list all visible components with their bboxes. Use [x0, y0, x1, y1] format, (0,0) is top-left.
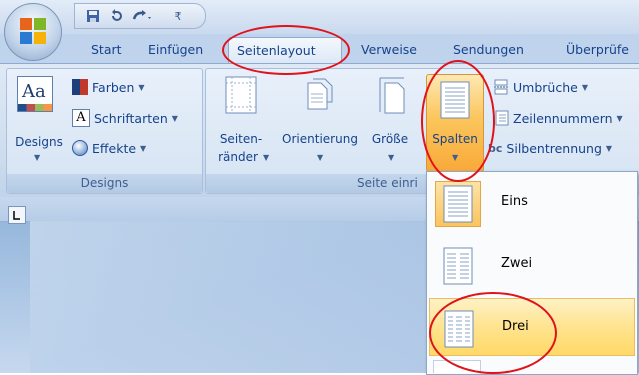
margins-icon	[225, 76, 257, 114]
breaks-button[interactable]: Umbrüche ▼	[493, 79, 588, 95]
fonts-button[interactable]: A Schriftarten ▼	[72, 109, 178, 127]
tab-verweise[interactable]: Verweise	[361, 42, 417, 57]
effects-label: Effekte	[92, 140, 137, 156]
size-label: Größe	[371, 132, 409, 146]
columns-dropdown-menu: Eins Zwei Drei	[426, 171, 638, 375]
tab-start[interactable]: Start	[91, 42, 122, 57]
columns-option-three-label: Drei	[502, 319, 529, 334]
margins-button[interactable]: Seiten- ränder ▼	[213, 74, 269, 172]
columns-button[interactable]: Spalten ▼	[426, 74, 484, 172]
designs-dropdown-arrow-icon: ▼	[34, 153, 41, 162]
effects-icon	[72, 140, 88, 156]
orientation-label: Orientierung	[282, 132, 358, 146]
tab-sendungen[interactable]: Sendungen	[453, 42, 524, 57]
columns-option-one[interactable]: Eins	[429, 174, 635, 232]
orientation-dropdown-arrow-icon: ▼	[317, 153, 324, 162]
colors-icon	[72, 79, 88, 95]
columns-icon	[440, 81, 470, 119]
tab-ueberpruefen[interactable]: Überprüfe	[566, 42, 629, 57]
hyphenation-button[interactable]: bc Silbentrennung ▼	[488, 141, 612, 156]
three-columns-icon	[436, 306, 482, 352]
breaks-label: Umbrüche	[513, 79, 578, 95]
columns-option-one-label: Eins	[501, 194, 528, 209]
colors-button[interactable]: Farben ▼	[72, 79, 145, 95]
tab-selector-button[interactable]	[8, 206, 26, 224]
one-column-icon	[435, 181, 481, 227]
line-numbers-dropdown-arrow-icon: ▼	[616, 113, 623, 123]
line-numbers-icon	[495, 110, 509, 126]
orientation-icon	[307, 78, 333, 110]
columns-dropdown-arrow-icon: ▼	[452, 153, 459, 162]
undo-icon[interactable]	[109, 8, 125, 24]
breaks-icon	[494, 79, 508, 95]
hyphenation-dropdown-arrow-icon: ▼	[605, 144, 613, 153]
columns-option-two-label: Zwei	[501, 256, 533, 271]
line-numbers-label: Zeilennummern	[513, 110, 613, 126]
hyphenation-label: Silbentrennung	[506, 141, 602, 156]
designs-icon: Aa	[17, 76, 53, 112]
effects-button[interactable]: Effekte ▼	[72, 140, 146, 156]
effects-dropdown-arrow-icon: ▼	[140, 143, 147, 153]
left-tab-icon	[13, 211, 20, 220]
more-columns-icon-partial	[433, 360, 481, 373]
margins-label-line2: ränder	[218, 150, 258, 164]
office-button[interactable]	[4, 3, 62, 61]
size-dropdown-arrow-icon: ▼	[388, 153, 395, 162]
tab-einfuegen[interactable]: Einfügen	[148, 42, 203, 57]
tab-seitenlayout[interactable]: Seitenlayout	[228, 37, 342, 65]
designs-label: Designs	[15, 135, 63, 149]
colors-label: Farben	[92, 79, 135, 95]
designs-button[interactable]: Aa Designs ▼	[12, 74, 66, 172]
orientation-button[interactable]: Orientierung ▼	[275, 74, 365, 172]
columns-option-three[interactable]: Drei	[429, 298, 635, 356]
hyphenation-icon: bc	[488, 142, 503, 155]
fonts-dropdown-arrow-icon: ▼	[171, 113, 178, 123]
columns-label: Spalten	[432, 132, 478, 146]
margins-label-line1: Seiten-	[219, 132, 263, 146]
size-icon	[379, 77, 405, 114]
fonts-icon: A	[72, 109, 90, 127]
save-icon[interactable]	[85, 8, 101, 24]
designs-group-label: Designs	[7, 174, 202, 193]
line-numbers-button[interactable]: Zeilennummern ▼	[493, 110, 623, 126]
two-columns-icon	[435, 243, 481, 289]
redo-icon[interactable]	[131, 8, 153, 24]
columns-option-two[interactable]: Zwei	[429, 236, 635, 294]
size-button[interactable]: Größe ▼	[370, 74, 418, 172]
page-setup-group-label: Seite einri	[357, 176, 418, 190]
quick-access-toolbar: ₹	[74, 3, 206, 29]
office-logo-icon	[20, 18, 46, 44]
colors-dropdown-arrow-icon: ▼	[138, 82, 145, 92]
breaks-dropdown-arrow-icon: ▼	[581, 82, 588, 92]
customize-qat-icon[interactable]: ₹	[171, 8, 185, 24]
margins-dropdown-arrow-icon: ▼	[263, 153, 270, 162]
fonts-label: Schriftarten	[94, 110, 168, 126]
